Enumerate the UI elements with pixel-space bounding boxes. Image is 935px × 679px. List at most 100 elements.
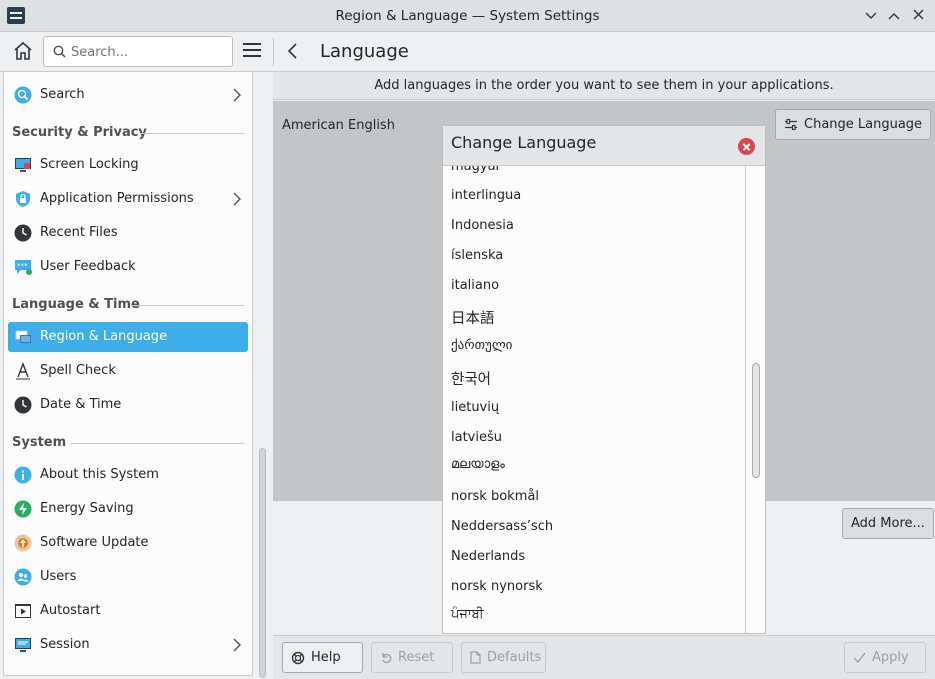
current-language-label: American English [282,118,395,133]
sidebar-item-spell-check[interactable]: Spell Check [8,356,248,386]
info-message: Add languages in the order you want to s… [273,72,935,100]
chevron-right-icon [233,638,241,652]
sidebar-item-label: Autostart [40,603,101,618]
section-security-privacy: Security & Privacy [12,125,147,140]
search-icon [14,86,32,104]
language-option[interactable]: Indonesia [451,218,514,233]
dialog-header: Change Language [443,126,765,166]
sidebar-item-search[interactable]: Search [8,80,248,110]
section-system: System [12,435,67,450]
sidebar-item-label: Date & Time [40,397,122,412]
language-option[interactable]: മലയാളം [451,457,505,472]
language-option[interactable]: Neddersass’sch [451,519,553,534]
dialog-scrollbar[interactable] [752,363,760,478]
toolbar: Language [0,32,935,72]
sidebar-item-date-time[interactable]: Date & Time [8,390,248,420]
language-option[interactable]: íslenska [451,248,503,263]
sidebar-item-label: Screen Locking [40,157,139,172]
sidebar-item-session[interactable]: Session [8,630,248,660]
autostart-icon [15,604,31,618]
dialog-close-button[interactable] [738,138,755,155]
sidebar-item-users[interactable]: Users [8,562,248,592]
language-option[interactable]: Nederlands [451,549,525,564]
sidebar-item-label: Users [40,569,77,584]
checkmark-icon [853,652,866,663]
language-option[interactable]: 한국어 [451,368,491,389]
language-option[interactable]: norsk nynorsk [451,579,543,594]
configure-icon [785,118,797,131]
close-window-button[interactable] [908,6,928,26]
language-option[interactable]: ქართული [451,338,512,353]
section-divider [132,305,244,306]
maximize-button[interactable] [884,6,904,26]
menu-button[interactable] [243,43,261,59]
reset-button[interactable]: Reset [371,642,453,673]
monitor-lock-icon [15,158,31,172]
document-icon [470,651,481,664]
search-icon [53,45,66,58]
chevron-right-icon [233,192,241,206]
update-icon [14,534,32,552]
sidebar-item-region-language[interactable]: Region & Language [8,322,248,352]
sidebar-item-about-system[interactable]: About this System [8,460,248,490]
help-button[interactable]: Help [282,642,363,673]
sidebar-item-recent-files[interactable]: Recent Files [8,218,248,248]
home-icon [14,41,32,60]
sidebar-item-energy-saving[interactable]: Energy Saving [8,494,248,524]
defaults-button[interactable]: Defaults [461,642,546,673]
chevron-left-icon [287,43,297,59]
change-language-dialog: Change Language magyar interlingua Indon… [442,125,766,634]
language-option[interactable]: italiano [451,278,499,293]
add-more-button[interactable]: Add More... [842,508,934,539]
home-button[interactable] [12,41,36,63]
sidebar-scrollbar[interactable] [259,448,266,678]
sidebar-item-label: About this System [40,467,159,482]
language-option[interactable]: 日本語 [451,307,495,328]
sidebar-item-label: Energy Saving [40,501,134,516]
sidebar-item-label: Spell Check [40,363,116,378]
language-option[interactable]: latviešu [451,430,502,445]
dialog-title: Change Language [451,133,597,152]
region-flag-icon [15,330,31,343]
search-field[interactable] [43,36,233,67]
sidebar-item-autostart[interactable]: Autostart [8,596,248,626]
language-option[interactable]: ਪੰਜਾਬੀ [451,607,484,622]
info-icon [14,466,32,484]
undo-icon [382,652,392,663]
feedback-icon: *** [15,260,32,275]
defaults-label: Defaults [487,650,542,665]
session-icon [15,638,31,652]
section-language-time: Language & Time [12,297,140,312]
users-icon [14,568,32,586]
sidebar-item-screen-locking[interactable]: Screen Locking [8,150,248,180]
apply-button[interactable]: Apply [844,642,926,673]
sidebar-item-label: Search [40,87,85,102]
help-icon [291,651,305,664]
title-bar: Region & Language — System Settings [0,0,935,32]
sidebar-item-application-permissions[interactable]: Application Permissions [8,184,248,214]
add-more-label: Add More... [851,516,925,531]
change-language-button[interactable]: Change Language [775,109,932,140]
sidebar-item-label: Session [40,637,90,652]
language-list: magyar interlingua Indonesia íslenska it… [443,166,746,633]
page-title: Language [320,41,409,62]
back-button[interactable] [286,42,304,62]
svg-text:***: *** [17,262,28,270]
reset-label: Reset [398,650,435,665]
language-option[interactable]: interlingua [451,188,521,203]
language-option[interactable]: lietuvių [451,400,499,415]
clock-icon [14,396,32,414]
language-option[interactable]: norsk bokmål [451,489,539,504]
search-input[interactable] [71,42,226,62]
language-option[interactable]: magyar [451,166,501,174]
sidebar-item-label: User Feedback [40,259,136,274]
sidebar-item-label: Application Permissions [40,191,194,206]
sidebar-item-software-update[interactable]: Software Update [8,528,248,558]
chevron-right-icon [233,88,241,102]
sidebar: Search Security & Privacy Screen Locking… [3,72,253,676]
change-language-label: Change Language [804,117,923,132]
help-label: Help [311,650,341,665]
minimize-button[interactable] [861,6,881,26]
sidebar-item-label: Recent Files [40,225,118,240]
sidebar-item-user-feedback[interactable]: *** User Feedback [8,252,248,282]
